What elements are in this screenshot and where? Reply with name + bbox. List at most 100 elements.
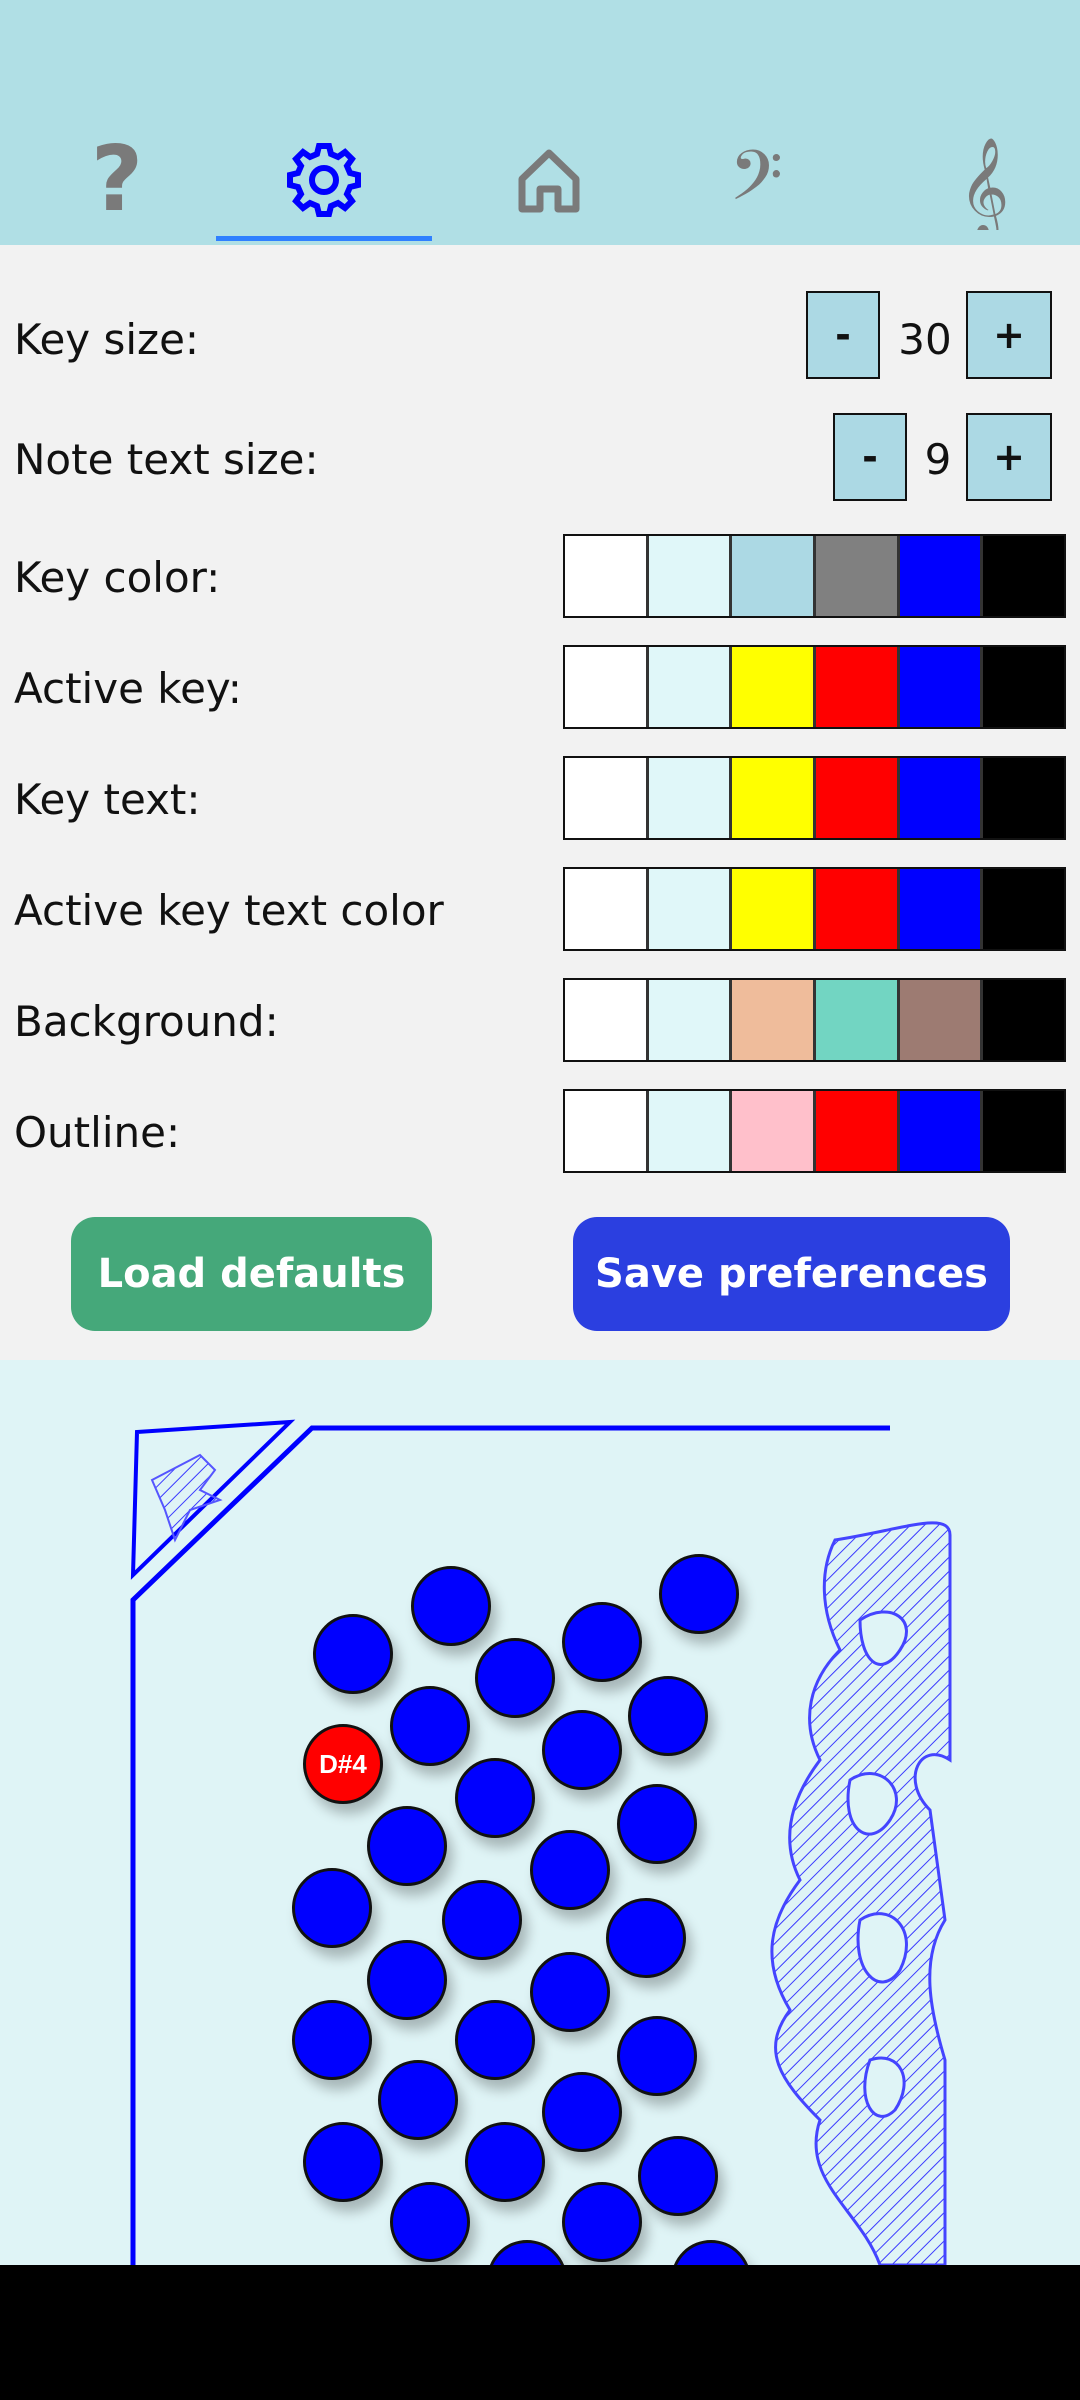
accordion-key[interactable] [367, 1940, 447, 2020]
question-icon: ? [90, 140, 142, 220]
color-swatch[interactable] [565, 758, 649, 838]
accordion-key[interactable] [638, 2136, 718, 2216]
home-icon [518, 149, 579, 213]
bass-tab[interactable]: 𝄢 [652, 120, 867, 240]
active-key-label: Active key: [14, 664, 242, 713]
accordion-key[interactable] [530, 1830, 610, 1910]
color-swatch[interactable] [983, 536, 1065, 616]
color-swatch[interactable] [648, 647, 733, 727]
accordion-key[interactable] [390, 1686, 470, 1766]
accordion-key[interactable] [562, 1602, 642, 1682]
settings-tab[interactable] [216, 120, 431, 240]
accordion-key[interactable] [367, 1806, 447, 1886]
key-size-label: Key size: [14, 315, 200, 364]
load-defaults-button[interactable]: Load defaults [71, 1217, 432, 1331]
color-swatch[interactable] [648, 536, 733, 616]
color-swatch[interactable] [983, 758, 1065, 838]
color-swatch[interactable] [899, 1091, 984, 1171]
color-swatch[interactable] [899, 758, 984, 838]
active-accordion-key[interactable]: D#4 [303, 1724, 383, 1804]
key-size-decrease-button[interactable]: - [806, 291, 880, 379]
accordion-key[interactable] [562, 2182, 642, 2262]
accordion-key[interactable] [442, 1880, 522, 1960]
accordion-key[interactable] [659, 1554, 739, 1634]
color-swatch[interactable] [565, 1091, 649, 1171]
note-text-size-label: Note text size: [14, 435, 319, 484]
help-tab[interactable]: ? [9, 120, 224, 240]
top-tab-bar: ? 𝄢 𝄞 [0, 0, 1080, 245]
accordion-key[interactable] [617, 1784, 697, 1864]
color-swatch[interactable] [899, 980, 984, 1060]
color-swatch[interactable] [816, 869, 900, 949]
accordion-key[interactable] [292, 2000, 372, 2080]
save-preferences-button[interactable]: Save preferences [573, 1217, 1010, 1331]
accordion-key[interactable] [475, 1638, 555, 1718]
color-swatch[interactable] [899, 647, 984, 727]
accordion-key[interactable] [455, 2000, 535, 2080]
color-swatch[interactable] [565, 536, 649, 616]
color-swatch[interactable] [732, 647, 817, 727]
bass-clef-icon: 𝄢 [728, 135, 782, 225]
color-swatch[interactable] [732, 536, 817, 616]
color-swatch[interactable] [983, 869, 1065, 949]
selected-tab-indicator [216, 236, 432, 241]
color-swatch[interactable] [899, 869, 984, 949]
color-swatch[interactable] [732, 980, 817, 1060]
home-tab[interactable] [441, 120, 656, 240]
accordion-key[interactable] [390, 2182, 470, 2262]
accordion-key[interactable] [617, 2016, 697, 2096]
active-key-text-color-palette [563, 867, 1066, 951]
accordion-key[interactable] [542, 1710, 622, 1790]
accordion-key[interactable] [606, 1898, 686, 1978]
treble-tab[interactable]: 𝄞 [876, 120, 1080, 240]
color-swatch[interactable] [565, 980, 649, 1060]
color-swatch[interactable] [732, 1091, 817, 1171]
color-swatch[interactable] [816, 758, 900, 838]
accordion-key[interactable] [303, 2122, 383, 2202]
color-swatch[interactable] [648, 758, 733, 838]
color-swatch[interactable] [816, 980, 900, 1060]
outline-label: Outline: [14, 1108, 181, 1157]
accordion-outline [130, 1419, 952, 2265]
grille-decoration-icon [770, 1521, 952, 2265]
gear-icon [286, 143, 361, 217]
key-size-value: 30 [898, 315, 952, 364]
color-swatch[interactable] [732, 869, 817, 949]
active-key-text-color-label: Active key text color [14, 886, 444, 935]
treble-clef-icon: 𝄞 [958, 137, 1009, 230]
accordion-key[interactable] [455, 1758, 535, 1838]
key-size-increase-button[interactable]: + [966, 291, 1052, 379]
key-text-label: Key text: [14, 775, 201, 824]
color-swatch[interactable] [983, 647, 1065, 727]
accordion-key[interactable] [411, 1566, 491, 1646]
color-swatch[interactable] [648, 1091, 733, 1171]
color-swatch[interactable] [816, 1091, 900, 1171]
accordion-key[interactable] [628, 1676, 708, 1756]
color-swatch[interactable] [565, 647, 649, 727]
color-swatch[interactable] [983, 980, 1065, 1060]
accordion-key[interactable] [542, 2072, 622, 2152]
color-swatch[interactable] [983, 1091, 1065, 1171]
note-text-size-value: 9 [924, 435, 952, 484]
color-swatch[interactable] [648, 869, 733, 949]
color-swatch[interactable] [816, 536, 900, 616]
color-swatch[interactable] [899, 536, 984, 616]
background-palette [563, 978, 1066, 1062]
accordion-key[interactable] [378, 2060, 458, 2140]
accordion-key[interactable] [292, 1868, 372, 1948]
color-swatch[interactable] [732, 758, 817, 838]
active-key-palette [563, 645, 1066, 729]
outline-palette [563, 1089, 1066, 1173]
color-swatch[interactable] [565, 869, 649, 949]
accordion-key[interactable] [465, 2122, 545, 2202]
key-color-label: Key color: [14, 553, 221, 602]
accordion-key[interactable] [530, 1952, 610, 2032]
background-label: Background: [14, 997, 279, 1046]
accordion-key[interactable] [313, 1614, 393, 1694]
note-text-size-decrease-button[interactable]: - [833, 413, 907, 501]
color-swatch[interactable] [816, 647, 900, 727]
svg-text:?: ? [90, 140, 142, 220]
color-swatch[interactable] [648, 980, 733, 1060]
note-text-size-increase-button[interactable]: + [966, 413, 1052, 501]
svg-text:𝄞: 𝄞 [958, 137, 1009, 230]
